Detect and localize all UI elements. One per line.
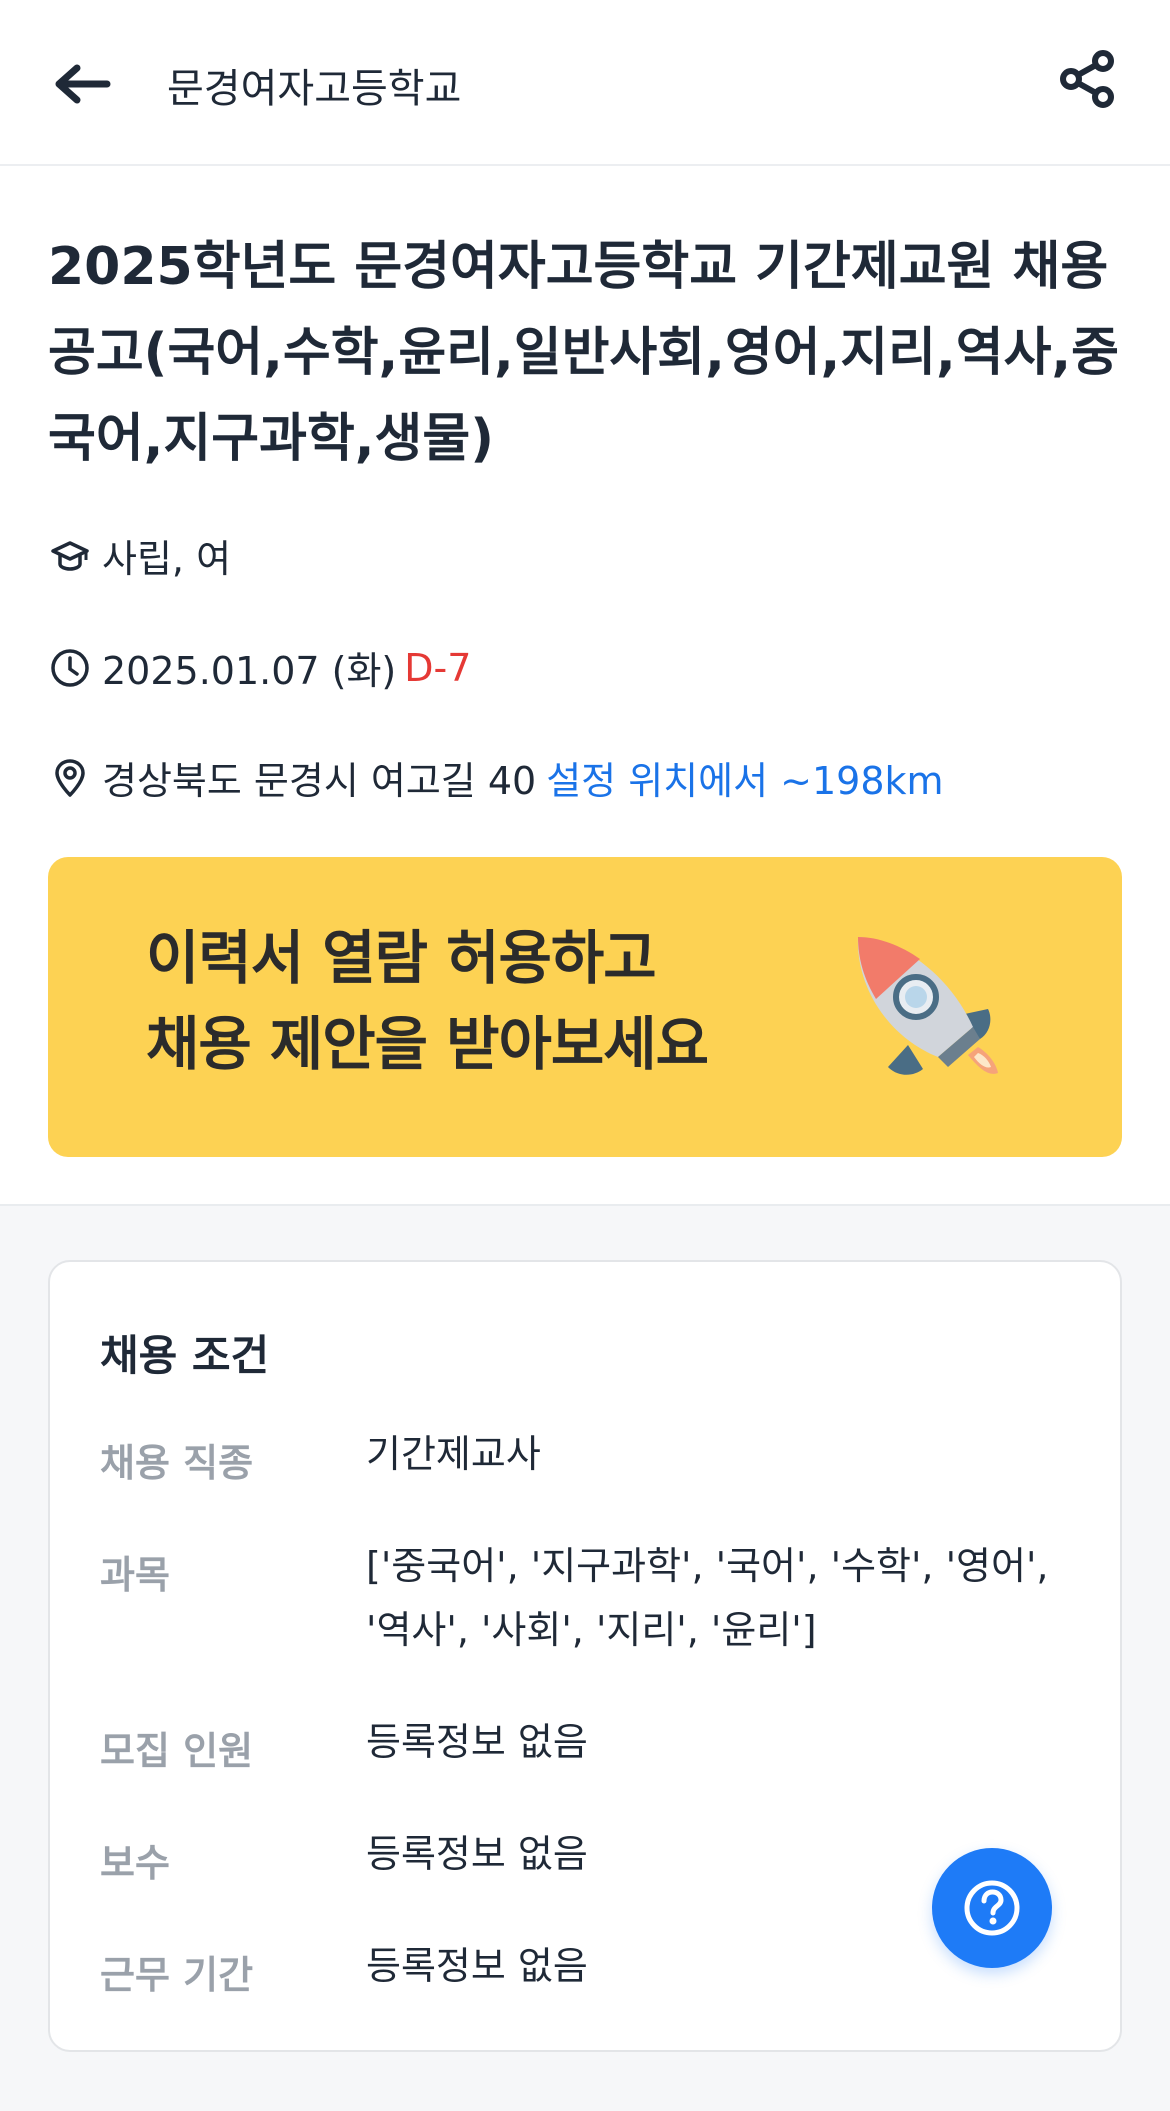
condition-value-headcount: 등록정보 없음 <box>366 1720 588 1764</box>
banner-line-1: 이력서 열람 허용하고 <box>146 924 657 992</box>
top-app-bar: 문경여자고등학교 <box>0 0 1170 166</box>
banner-line-2: 채용 제안을 받아보세요 <box>146 1010 709 1078</box>
school-type-row: 사립, 여 <box>48 528 231 583</box>
clock-icon <box>48 646 92 690</box>
back-button[interactable] <box>48 52 118 116</box>
share-button[interactable] <box>1052 44 1122 114</box>
resume-open-banner[interactable]: 이력서 열람 허용하고 채용 제안을 받아보세요 <box>48 857 1122 1157</box>
graduation-cap-icon <box>48 534 92 578</box>
header-title: 문경여자고등학교 <box>167 66 462 112</box>
condition-label-job-type: 채용 직종 <box>100 1441 254 1485</box>
rocket-icon <box>857 937 998 1075</box>
dday-badge: D-7 <box>404 645 472 690</box>
address: 경상북도 문경시 여고길 40 <box>102 759 537 803</box>
distance-link[interactable]: 설정 위치에서 ~198km <box>546 750 943 805</box>
condition-label-salary: 보수 <box>100 1841 170 1885</box>
help-button[interactable] <box>932 1848 1052 1968</box>
share-icon <box>1060 50 1114 108</box>
deadline-date: 2025.01.07 (화) <box>102 649 397 693</box>
card-title: 채용 조건 <box>100 1331 270 1380</box>
condition-label-headcount: 모집 인원 <box>100 1729 254 1773</box>
condition-value-subjects: ['중국어', '지구과학', '국어', '수학', '영어', '역사', … <box>366 1544 1049 1652</box>
post-title: 2025학년도 문경여자고등학교 기간제교원 채용 공고(국어,수학,윤리,일반… <box>48 237 1120 469</box>
deadline-row: 2025.01.07 (화) D-7 <box>48 640 471 695</box>
condition-value-job-type: 기간제교사 <box>366 1432 541 1476</box>
map-pin-icon <box>48 756 92 800</box>
arrow-left-icon <box>55 64 111 104</box>
condition-label-subjects: 과목 <box>100 1553 170 1597</box>
condition-label-work-period: 근무 기간 <box>100 1953 254 1997</box>
school-type: 사립, 여 <box>102 537 232 581</box>
question-icon <box>964 1880 1020 1936</box>
location-row: 경상북도 문경시 여고길 40 설정 위치에서 ~198km <box>48 750 944 805</box>
